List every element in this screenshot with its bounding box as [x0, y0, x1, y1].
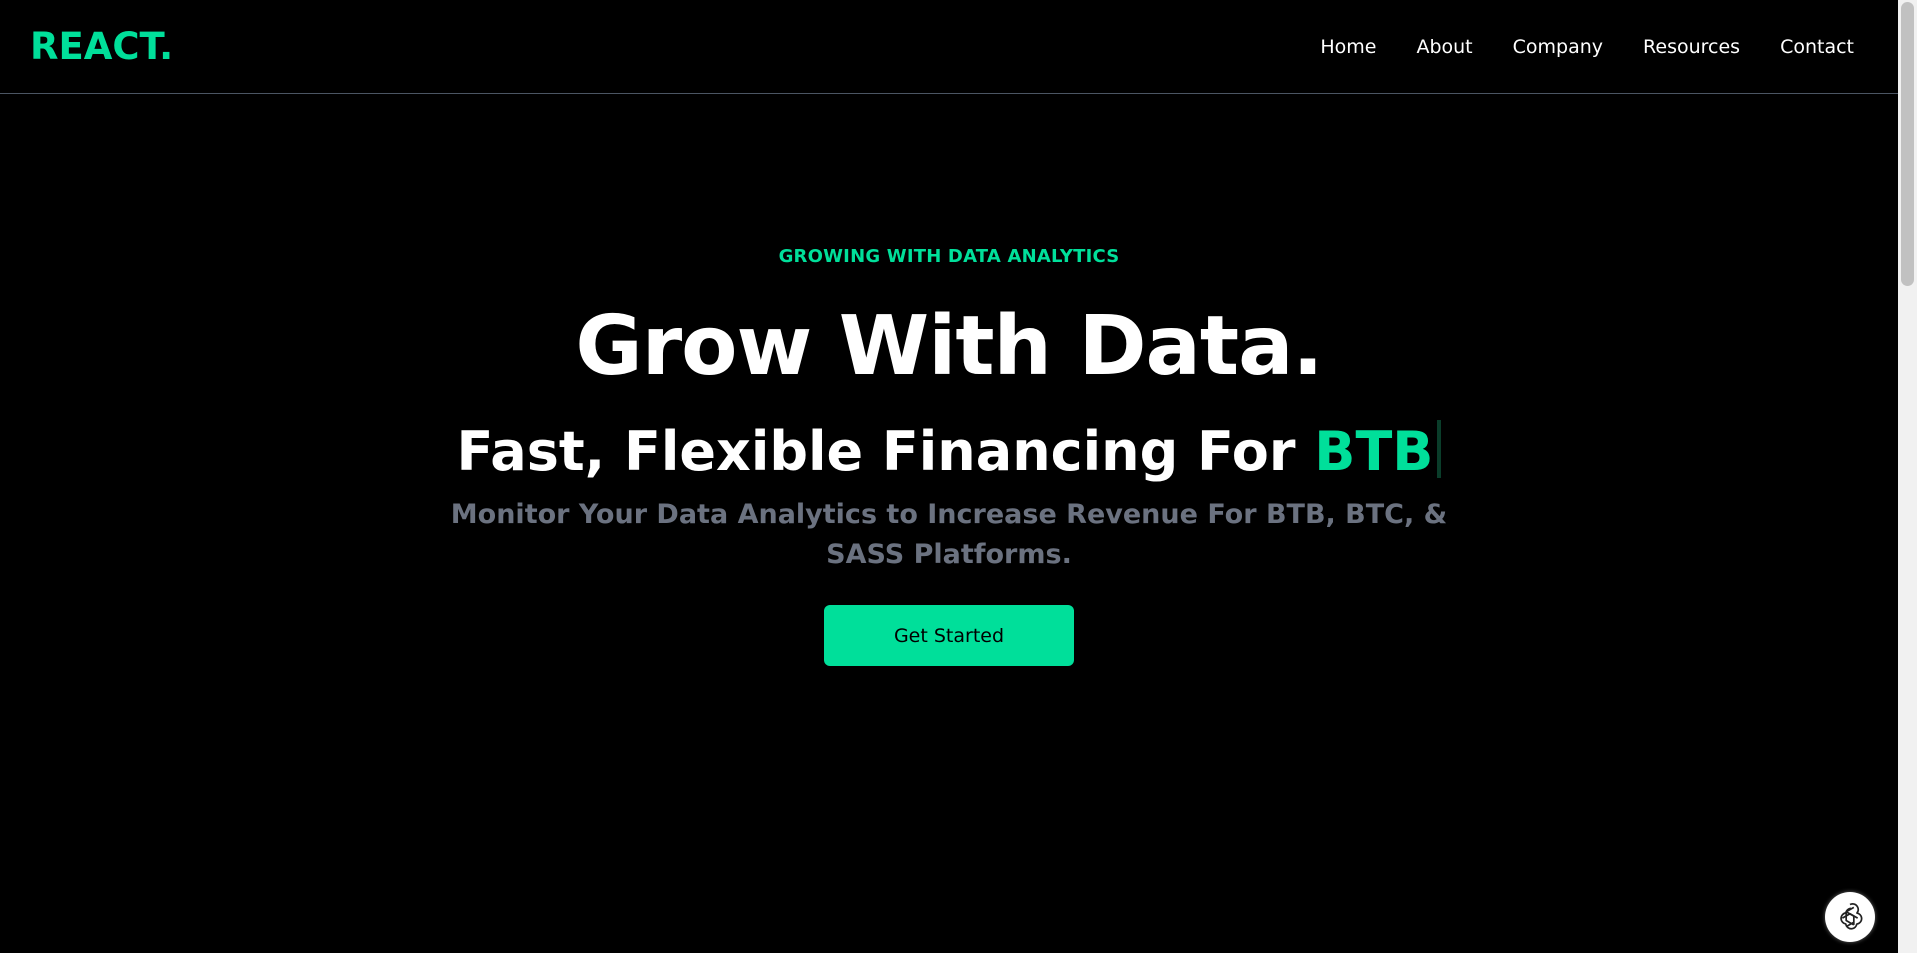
hero-section: GROWING WITH DATA ANALYTICS Grow With Da…: [0, 94, 1898, 666]
page: REACT. Home About Company Resources Cont…: [0, 0, 1917, 953]
get-started-button[interactable]: Get Started: [824, 605, 1074, 666]
hero-headline: Grow With Data.: [575, 299, 1323, 394]
viewport: REACT. Home About Company Resources Cont…: [0, 0, 1898, 953]
hero-typed-word: BTB: [1314, 420, 1434, 483]
typing-cursor: [1437, 420, 1442, 478]
logo[interactable]: REACT.: [30, 22, 173, 72]
scrollbar-thumb[interactable]: [1901, 2, 1914, 286]
navbar: REACT. Home About Company Resources Cont…: [0, 0, 1898, 94]
hero-subline: Fast, Flexible Financing For BTB: [0, 417, 1898, 487]
nav-link-company[interactable]: Company: [1493, 30, 1623, 64]
chat-widget-button[interactable]: [1825, 892, 1875, 942]
nav-link-resources[interactable]: Resources: [1623, 30, 1760, 64]
nav-link-home[interactable]: Home: [1300, 30, 1396, 64]
hero-subline-prefix: Fast, Flexible Financing For: [456, 420, 1315, 483]
hero-description: Monitor Your Data Analytics to Increase …: [450, 499, 1448, 570]
openai-logo-icon: [1840, 903, 1863, 930]
nav-link-contact[interactable]: Contact: [1760, 30, 1874, 64]
nav-link-about[interactable]: About: [1396, 30, 1492, 64]
nav-links: Home About Company Resources Contact: [1300, 30, 1874, 64]
vertical-scrollbar[interactable]: [1898, 0, 1917, 953]
hero-eyebrow: GROWING WITH DATA ANALYTICS: [778, 246, 1120, 267]
